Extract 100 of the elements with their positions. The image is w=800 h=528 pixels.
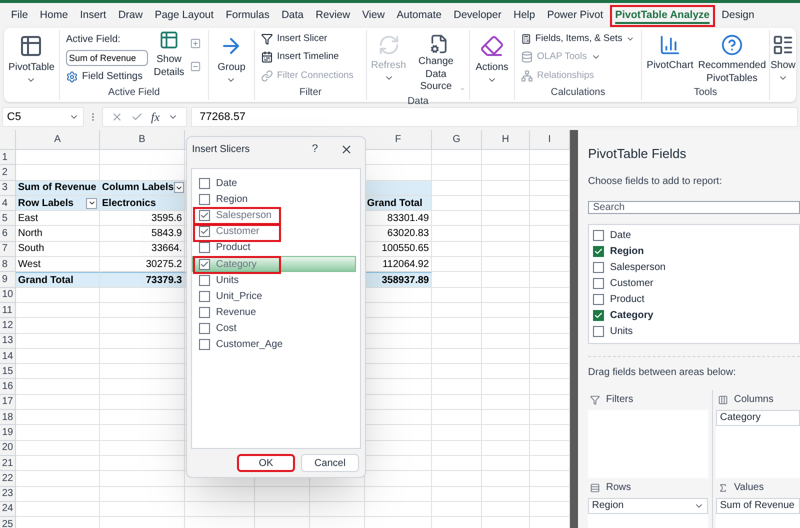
slicer-field[interactable]: Units (192, 272, 356, 288)
scrollbar[interactable] (570, 130, 578, 528)
row-number[interactable]: 11 (0, 302, 16, 318)
close-icon[interactable] (340, 142, 353, 156)
dropdown-button[interactable] (86, 198, 97, 209)
row-number[interactable]: 5 (0, 211, 16, 226)
grid-cell[interactable]: East (16, 211, 100, 226)
plus-icon[interactable] (190, 38, 201, 49)
grid-cell[interactable] (100, 502, 185, 518)
menu-tab[interactable]: Home (34, 4, 73, 26)
filter-command[interactable]: Insert Slicer (261, 32, 360, 46)
grid-cell[interactable] (255, 502, 310, 518)
minus-icon[interactable] (190, 61, 201, 72)
row-number[interactable]: 17 (0, 394, 16, 410)
grid-cell[interactable] (16, 318, 100, 334)
menu-tab[interactable]: Formulas (220, 4, 274, 26)
row-number[interactable]: 3 (0, 180, 16, 196)
grid-cell[interactable] (432, 196, 482, 212)
grid-cell[interactable]: South (16, 242, 100, 258)
menu-tab[interactable]: Page Layout (150, 4, 219, 26)
dropdown-button[interactable] (174, 182, 184, 194)
grid-cell[interactable] (482, 165, 530, 181)
field-label[interactable]: Customer (610, 276, 654, 291)
grid-cell[interactable] (16, 364, 100, 380)
grid-cell[interactable] (482, 150, 530, 166)
slicer-field[interactable]: Customer_Age (192, 336, 356, 354)
grid-cell[interactable] (432, 180, 482, 196)
grid-cell[interactable] (255, 486, 310, 502)
field-label[interactable]: Product (610, 292, 644, 307)
grid-cell[interactable] (482, 425, 530, 441)
grid-cell[interactable] (365, 180, 432, 196)
column-header[interactable]: A (16, 130, 100, 149)
tool-button[interactable]: PivotChart (644, 34, 696, 85)
row-number[interactable]: 21 (0, 456, 16, 472)
grid-cell[interactable]: 358937.89 (365, 272, 432, 288)
menu-tab[interactable]: Help (508, 4, 540, 26)
grid-cell[interactable]: Grand Total (365, 196, 432, 212)
grid-cell[interactable] (432, 348, 482, 364)
area-field[interactable]: Sum of Revenue (716, 498, 800, 514)
slicer-field[interactable]: Product (192, 240, 356, 256)
grid-cell[interactable] (482, 410, 530, 426)
row-number[interactable]: 18 (0, 410, 16, 426)
checkbox[interactable] (593, 262, 604, 273)
row-number[interactable]: 14 (0, 348, 16, 364)
grid-cell[interactable] (432, 410, 482, 426)
grid-cell[interactable] (482, 196, 530, 212)
row-number[interactable]: 1 (0, 150, 16, 166)
field-label[interactable]: Region (610, 244, 644, 259)
grid-cell[interactable] (432, 440, 482, 456)
drop-area[interactable]: Category (716, 410, 800, 478)
grid-cell[interactable] (16, 440, 100, 456)
grid-cell[interactable] (16, 471, 100, 487)
grid-cell[interactable] (482, 364, 530, 380)
grid-cell[interactable] (432, 379, 482, 395)
grid-cell[interactable] (482, 486, 530, 502)
grid-cell[interactable] (310, 502, 365, 518)
row-number[interactable]: 25 (0, 517, 16, 528)
checkbox[interactable] (593, 310, 604, 321)
grid-cell[interactable] (16, 379, 100, 395)
slicer-field[interactable]: Customer (192, 224, 356, 240)
ok-button[interactable]: OK (237, 454, 295, 472)
actions-button[interactable]: Actions (474, 34, 510, 84)
menu-tab[interactable]: Developer (448, 4, 506, 26)
grid-cell[interactable] (482, 318, 530, 334)
function-button[interactable]: fx (151, 108, 160, 126)
grid-cell[interactable]: Row Labels (16, 196, 100, 212)
row-number[interactable]: 10 (0, 288, 16, 303)
grid-cell[interactable]: Electronics (100, 196, 185, 212)
row-number[interactable]: 9 (0, 272, 16, 288)
change-data-source-button[interactable]: Change Data Source (410, 34, 467, 94)
grid-cell[interactable]: 33664. (100, 242, 185, 258)
checkbox[interactable] (593, 294, 604, 305)
grid-cell[interactable] (100, 440, 185, 456)
row-number[interactable]: 8 (0, 257, 16, 272)
grid-cell[interactable] (100, 410, 185, 426)
grid-cell[interactable] (482, 379, 530, 395)
pivottable-button[interactable]: PivotTable (6, 34, 57, 84)
checkbox[interactable] (199, 210, 210, 221)
slicer-field[interactable]: Region (192, 191, 356, 208)
grid-cell[interactable]: North (16, 226, 100, 242)
checkbox[interactable] (199, 178, 210, 189)
grid-cell[interactable] (482, 502, 530, 518)
show-button[interactable]: Show (768, 34, 798, 82)
grid-cell[interactable] (100, 348, 185, 364)
checkbox[interactable] (593, 326, 604, 337)
grid-cell[interactable] (482, 211, 530, 226)
name-box[interactable]: C5 (2, 107, 84, 127)
column-header[interactable]: H (482, 130, 530, 149)
grid-cell[interactable]: Sum of Revenue (16, 180, 100, 196)
grid-cell[interactable] (432, 425, 482, 441)
checkbox[interactable] (593, 246, 604, 257)
checkbox[interactable] (199, 323, 210, 334)
grid-cell[interactable] (16, 486, 100, 502)
row-number[interactable]: 7 (0, 242, 16, 258)
checkbox[interactable] (199, 242, 210, 254)
checkbox[interactable] (199, 307, 210, 318)
grid-cell[interactable] (185, 502, 255, 518)
menu-tab[interactable]: Design (716, 4, 760, 26)
grid-cell[interactable]: Column Labels (100, 180, 185, 196)
grid-cell[interactable]: 73379.3 (100, 272, 185, 288)
